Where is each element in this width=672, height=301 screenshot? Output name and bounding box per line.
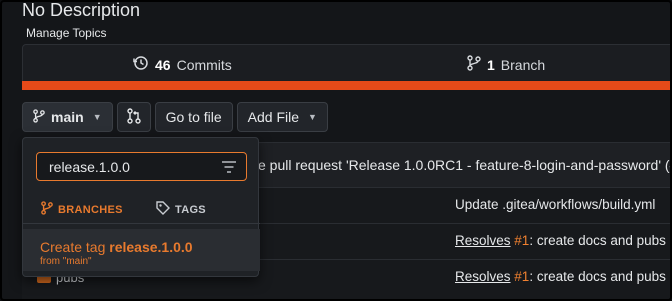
commit-message[interactable]: Resolves #1: create docs and pubs <box>455 233 666 248</box>
issue-link[interactable]: #1 <box>514 269 529 284</box>
repo-page: No Description Manage Topics 46 Commits … <box>0 0 672 301</box>
branches-count: 1 <box>487 56 495 73</box>
branch-icon <box>41 201 53 218</box>
branches-label: Branch <box>500 56 546 73</box>
filter-icon[interactable] <box>222 160 236 178</box>
tag-icon <box>156 201 170 218</box>
create-tag-source: from "main" <box>40 256 92 267</box>
create-tag-name: release.1.0.0 <box>109 239 193 255</box>
history-icon <box>133 55 149 74</box>
tab-tags-label: TAGS <box>175 203 206 216</box>
resolves-text: Resolves <box>455 233 511 248</box>
branch-dropdown-menu: BRANCHES TAGS Create tag release.1.0.0 f… <box>22 137 260 277</box>
tab-branches-label: BRANCHES <box>58 203 123 216</box>
commit-message[interactable]: Update .gitea/workflows/build.yml <box>455 197 655 212</box>
resolves-text: Resolves <box>455 269 511 284</box>
repo-description: No Description <box>22 0 141 20</box>
repo-toolbar: main ▼ Go to file Add File ▼ <box>22 102 328 132</box>
create-tag-item[interactable]: Create tag release.1.0.0 from "main" <box>23 229 260 271</box>
tab-tags[interactable]: TAGS <box>156 201 206 218</box>
commits-link[interactable]: 46 Commits <box>133 55 232 74</box>
compare-button[interactable] <box>116 102 151 132</box>
branches-link[interactable]: 1 Branch <box>467 55 545 74</box>
manage-topics-link[interactable]: Manage Topics <box>26 26 107 40</box>
chevron-down-icon: ▼ <box>308 112 317 122</box>
pull-request-icon <box>126 107 142 127</box>
branch-icon <box>33 108 45 126</box>
branch-selector-button[interactable]: main ▼ <box>22 102 113 132</box>
commits-count: 46 <box>155 56 171 73</box>
branch-name: main <box>51 109 84 125</box>
add-file-button[interactable]: Add File ▼ <box>236 102 328 132</box>
commit-message[interactable]: Resolves #1: create docs and pubs <box>455 269 666 284</box>
tab-branches[interactable]: BRANCHES <box>41 201 123 218</box>
language-stats-bar[interactable] <box>22 81 670 90</box>
commits-label: Commits <box>176 56 232 73</box>
issue-link[interactable]: #1 <box>514 233 529 248</box>
create-tag-text: Create tag release.1.0.0 <box>40 239 193 255</box>
chevron-down-icon: ▼ <box>92 112 102 122</box>
add-file-label: Add File <box>247 109 299 125</box>
dropdown-tabs: BRANCHES TAGS <box>23 194 260 224</box>
branch-search-input[interactable] <box>36 152 247 181</box>
latest-commit-message[interactable]: e pull request 'Release 1.0.0RC1 - featu… <box>258 157 670 173</box>
branch-icon <box>467 55 481 74</box>
go-to-file-button[interactable]: Go to file <box>154 102 233 132</box>
